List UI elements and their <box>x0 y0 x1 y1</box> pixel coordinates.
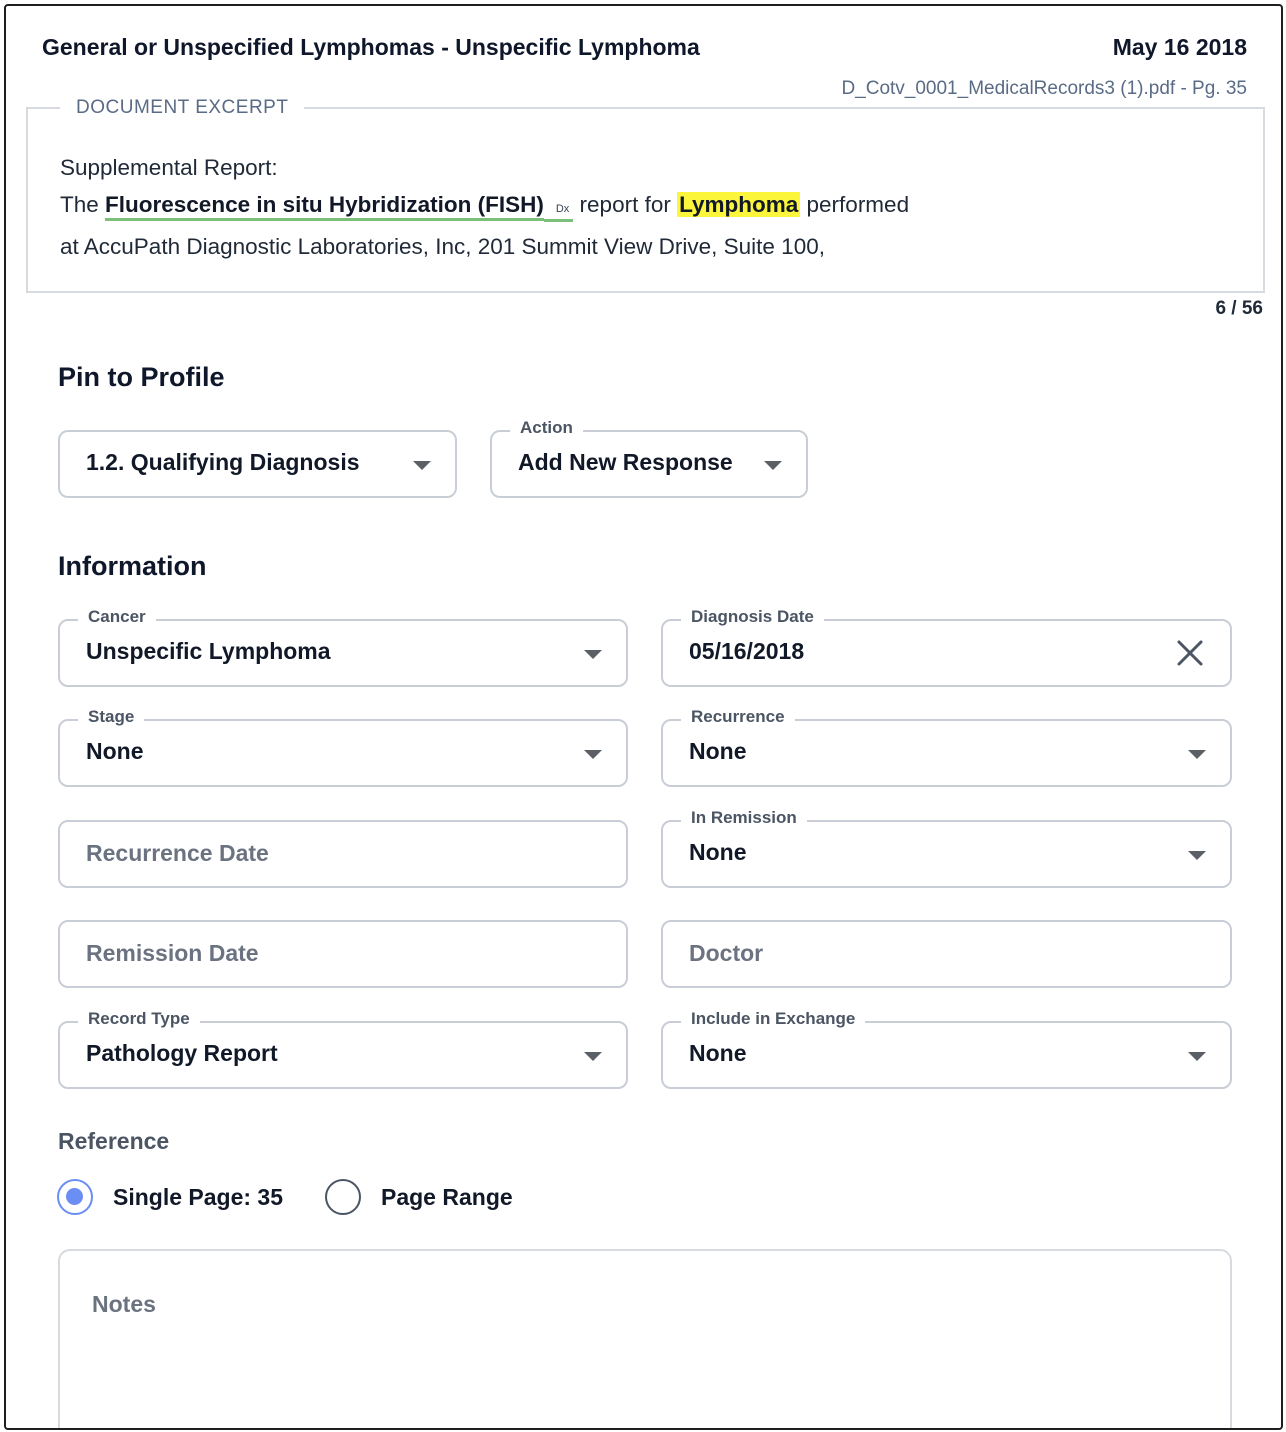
excerpt-line-3: at AccuPath Diagnostic Laboratories, Inc… <box>60 234 825 259</box>
action-select-value: Add New Response <box>518 449 733 475</box>
record-date: May 16 2018 <box>1112 34 1247 60</box>
stage-value: None <box>86 738 144 764</box>
excerpt-suffix: performed <box>800 192 910 217</box>
stage-label: Stage <box>78 707 145 727</box>
diagnosis-date-label: Diagnosis Date <box>681 607 824 627</box>
chevron-down-icon <box>584 1052 602 1061</box>
cancer-value: Unspecific Lymphoma <box>86 638 331 664</box>
chevron-down-icon <box>1188 750 1206 759</box>
notes-placeholder: Notes <box>92 1291 156 1317</box>
radio-unselected-icon <box>325 1179 361 1215</box>
cancer-select[interactable]: Cancer Unspecific Lymphoma <box>58 607 628 687</box>
record-title: General or Unspecified Lymphomas - Unspe… <box>42 34 700 60</box>
include-exchange-value: None <box>689 1040 747 1066</box>
recurrence-select[interactable]: Recurrence None <box>661 707 1232 787</box>
file-reference-link[interactable]: D_Cotv_0001_MedicalRecords3 (1).pdf - Pg… <box>841 78 1247 100</box>
pin-to-profile-heading: Pin to Profile <box>58 362 225 392</box>
document-excerpt: DOCUMENT EXCERPT Supplemental Report: Th… <box>26 97 1265 293</box>
remission-date-input[interactable]: Remission Date <box>58 920 628 988</box>
record-panel: General or Unspecified Lymphomas - Unspe… <box>4 4 1283 1430</box>
remission-date-placeholder: Remission Date <box>86 940 259 966</box>
notes-textarea[interactable]: Notes <box>58 1249 1232 1428</box>
excerpt-line-2: The Fluorescence in situ Hybridization (… <box>60 186 909 228</box>
information-heading: Information <box>58 551 207 581</box>
diagnosis-date-field[interactable]: Diagnosis Date 05/16/2018 <box>661 607 1232 687</box>
page-range-label: Page Range <box>381 1183 513 1210</box>
recurrence-value: None <box>689 738 747 764</box>
chevron-down-icon <box>413 461 431 470</box>
highlighted-term: Lymphoma <box>677 192 801 217</box>
record-type-select[interactable]: Record Type Pathology Report <box>58 1009 628 1089</box>
excerpt-text: Supplemental Report: The Fluorescence in… <box>60 149 909 265</box>
record-type-label: Record Type <box>78 1009 200 1029</box>
single-page-radio[interactable]: Single Page: 35 <box>57 1179 283 1215</box>
excerpt-mid: report for <box>573 192 678 217</box>
excerpt-counter: 6 / 56 <box>1215 298 1263 319</box>
doctor-input[interactable]: Doctor <box>661 920 1232 988</box>
chevron-down-icon <box>584 650 602 659</box>
chevron-down-icon <box>764 461 782 470</box>
radio-selected-icon <box>57 1179 93 1215</box>
include-exchange-label: Include in Exchange <box>681 1009 866 1029</box>
in-remission-select[interactable]: In Remission None <box>661 808 1232 888</box>
recurrence-date-placeholder: Recurrence Date <box>86 840 269 866</box>
action-label: Action <box>510 418 583 438</box>
fish-entity-link[interactable]: Fluorescence in situ Hybridization (FISH… <box>105 192 544 221</box>
dx-tag: Dx <box>543 203 574 222</box>
profile-select-value: 1.2. Qualifying Diagnosis <box>86 449 360 475</box>
clear-date-icon[interactable] <box>1174 637 1206 669</box>
in-remission-label: In Remission <box>681 808 807 828</box>
action-select[interactable]: Action Add New Response <box>490 418 808 498</box>
profile-select[interactable]: 1.2. Qualifying Diagnosis <box>58 430 457 498</box>
excerpt-legend: DOCUMENT EXCERPT <box>60 97 305 119</box>
excerpt-line-1: Supplemental Report: <box>60 155 278 180</box>
in-remission-value: None <box>689 839 747 865</box>
record-type-value: Pathology Report <box>86 1040 278 1066</box>
stage-select[interactable]: Stage None <box>58 707 628 787</box>
cancer-label: Cancer <box>78 607 156 627</box>
diagnosis-date-value: 05/16/2018 <box>689 638 805 664</box>
single-page-label: Single Page: 35 <box>113 1183 284 1210</box>
excerpt-prefix: The <box>60 192 106 217</box>
reference-heading: Reference <box>58 1128 170 1154</box>
recurrence-label: Recurrence <box>681 707 795 727</box>
page-range-radio[interactable]: Page Range <box>325 1179 513 1215</box>
chevron-down-icon <box>1188 851 1206 860</box>
recurrence-date-input[interactable]: Recurrence Date <box>58 820 628 888</box>
doctor-placeholder: Doctor <box>689 940 764 966</box>
chevron-down-icon <box>1188 1052 1206 1061</box>
chevron-down-icon <box>584 750 602 759</box>
include-exchange-select[interactable]: Include in Exchange None <box>661 1009 1232 1089</box>
